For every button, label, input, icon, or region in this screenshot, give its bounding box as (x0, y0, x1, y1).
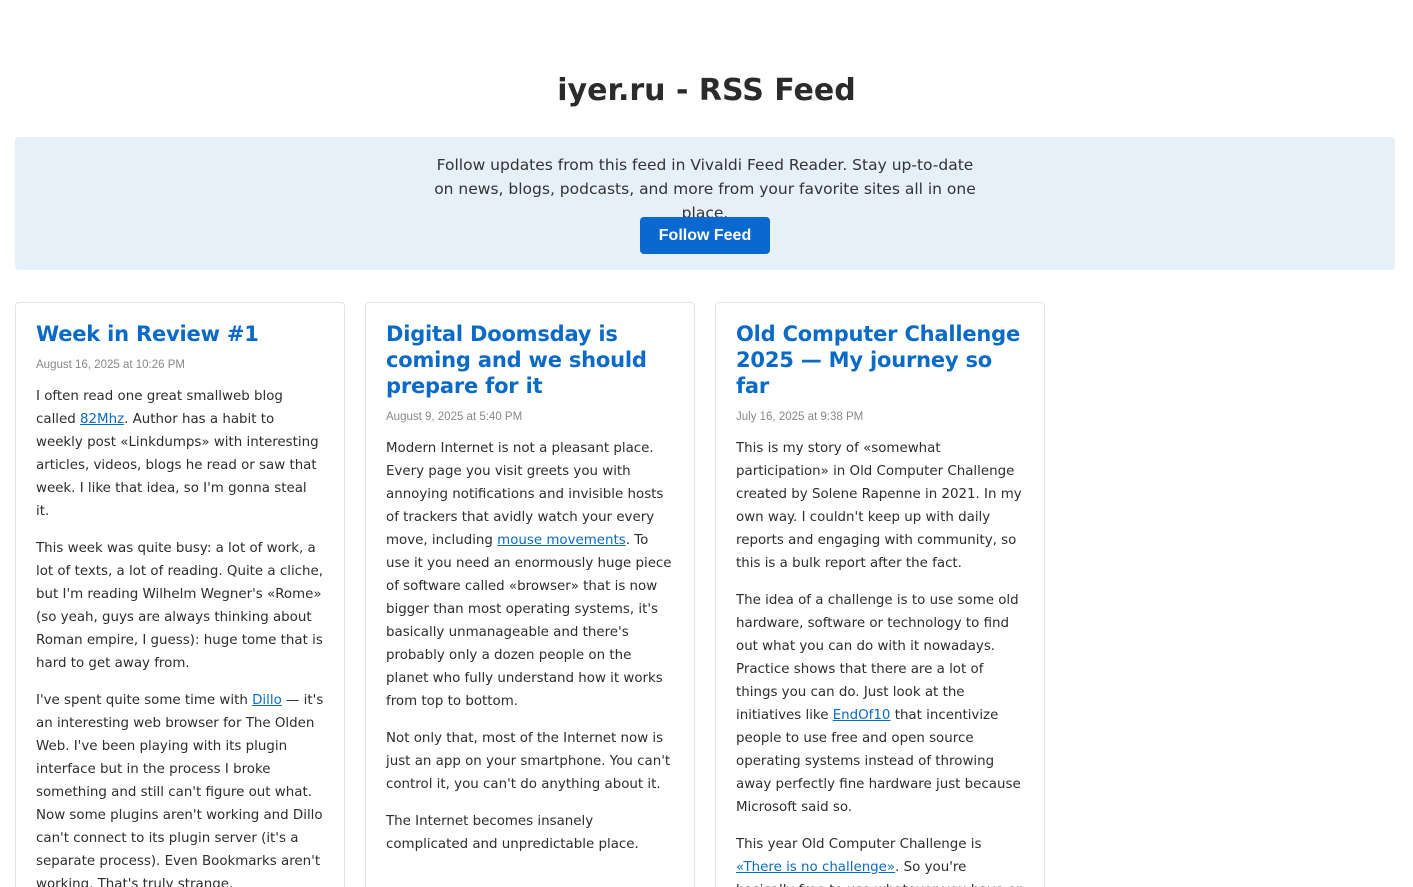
page-title: iyer.ru - RSS Feed (557, 73, 856, 108)
link-82mhz[interactable]: 82Mhz (80, 412, 124, 427)
link-there-is-no-challenge[interactable]: «There is no challenge» (736, 860, 895, 875)
post-paragraph: I've spent quite some time with Dillo — … (36, 689, 324, 887)
follow-feed-button[interactable]: Follow Feed (640, 217, 770, 254)
post-body: This is my story of «somewhat participat… (736, 437, 1024, 887)
post-paragraph: This week was quite busy: a lot of work,… (36, 541, 324, 671)
post-date: August 9, 2025 at 5:40 PM (386, 411, 523, 423)
post-paragraph: This year Old Computer Challenge is «The… (736, 833, 1024, 887)
post-date: July 16, 2025 at 9:38 PM (736, 411, 864, 423)
page: iyer.ru - RSS Feed Follow updates from t… (0, 0, 1413, 887)
text-segment: The idea of a challenge is to use some o… (736, 593, 1019, 723)
post-title-link[interactable]: Old Computer Challenge 2025 — My journey… (736, 321, 1024, 399)
text-segment: . To use it you need an enormously huge … (386, 533, 672, 709)
text-segment: . Author has a habit to weekly post «Lin… (36, 412, 319, 519)
post-body: I often read one great smallweb blog cal… (36, 385, 324, 887)
text-segment: This year Old Computer Challenge is (736, 837, 982, 852)
follow-banner: Follow updates from this feed in Vivaldi… (15, 137, 1395, 270)
link-dillo[interactable]: Dillo (252, 693, 282, 708)
post-paragraph: Modern Internet is not a pleasant place.… (386, 437, 674, 713)
post-paragraph: The idea of a challenge is to use some o… (736, 589, 1024, 819)
post-paragraph: The Internet becomes insanely complicate… (386, 814, 639, 852)
post-title-link[interactable]: Week in Review #1 (36, 321, 324, 347)
text-segment: — it's an interesting web browser for Th… (36, 693, 324, 887)
post-body: Modern Internet is not a pleasant place.… (386, 437, 674, 856)
text-segment: that incentivize people to use free and … (736, 708, 1021, 815)
post-card: Old Computer Challenge 2025 — My journey… (715, 302, 1045, 887)
link-mouse-movements[interactable]: mouse movements (497, 533, 626, 548)
link-endof10[interactable]: EndOf10 (833, 708, 891, 723)
post-paragraph: Not only that, most of the Internet now … (386, 731, 671, 792)
post-paragraph: This is my story of «somewhat participat… (736, 441, 1022, 571)
post-title-link[interactable]: Digital Doomsday is coming and we should… (386, 321, 674, 399)
post-paragraph: I often read one great smallweb blog cal… (36, 385, 324, 523)
text-segment: Modern Internet is not a pleasant place.… (386, 441, 664, 548)
post-card: Week in Review #1 August 16, 2025 at 10:… (15, 302, 345, 887)
post-date: August 16, 2025 at 10:26 PM (36, 359, 185, 371)
banner-text: Follow updates from this feed in Vivaldi… (434, 156, 976, 222)
post-card: Digital Doomsday is coming and we should… (365, 302, 695, 887)
text-segment: I've spent quite some time with (36, 693, 253, 708)
